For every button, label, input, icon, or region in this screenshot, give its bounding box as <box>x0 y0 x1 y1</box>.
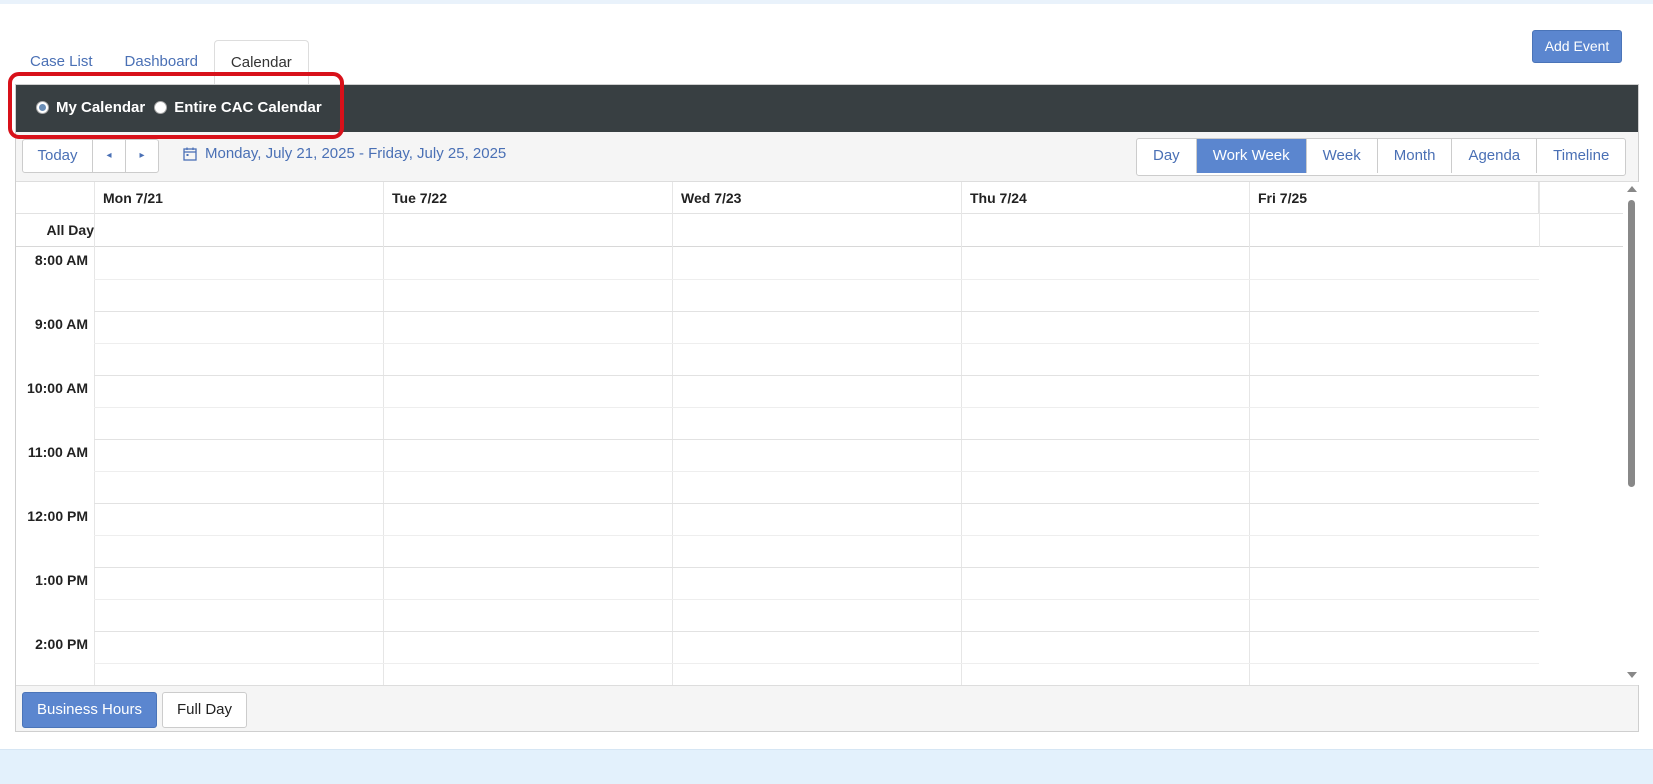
calendar-widget: My Calendar Entire CAC Calendar Today ◂ … <box>15 84 1640 732</box>
view-timeline-button[interactable]: Timeline <box>1536 139 1625 173</box>
day-header: Mon 7/21 <box>94 182 384 214</box>
all-day-label: All Day <box>46 222 94 238</box>
hour-line <box>94 439 1539 440</box>
time-label: 10:00 AM <box>27 380 88 396</box>
half-hour-line <box>94 279 1539 280</box>
calendar-footer: Business Hours Full Day <box>16 685 1638 731</box>
page-footer-band <box>0 749 1653 784</box>
column-divider <box>1249 182 1250 685</box>
date-range-text[interactable]: Monday, July 21, 2025 - Friday, July 25,… <box>205 145 506 162</box>
hour-line <box>94 631 1539 632</box>
my-calendar-radio[interactable] <box>36 101 49 114</box>
day-header: Thu 7/24 <box>961 182 1250 214</box>
tab-bar: Case List Dashboard Calendar <box>14 40 309 84</box>
hour-line <box>94 503 1539 504</box>
time-label: 2:00 PM <box>35 636 88 652</box>
half-hour-line <box>94 343 1539 344</box>
day-header: Tue 7/22 <box>383 182 673 214</box>
calendar-grid[interactable]: Mon 7/21 Tue 7/22 Wed 7/23 Thu 7/24 Fri … <box>16 182 1623 685</box>
calendar-filter-bar: My Calendar Entire CAC Calendar <box>16 85 1638 132</box>
column-divider <box>672 182 673 685</box>
full-day-button[interactable]: Full Day <box>162 692 247 728</box>
prev-button[interactable]: ◂ <box>92 139 126 173</box>
day-header: Fri 7/25 <box>1249 182 1539 214</box>
grid-scrollbar[interactable] <box>1623 182 1640 685</box>
view-day-button[interactable]: Day <box>1137 139 1196 173</box>
all-day-row[interactable]: All Day <box>16 214 1623 247</box>
my-calendar-label[interactable]: My Calendar <box>56 99 145 116</box>
column-divider <box>94 182 95 685</box>
day-header: Wed 7/23 <box>672 182 962 214</box>
next-button[interactable]: ▸ <box>125 139 159 173</box>
time-label: 9:00 AM <box>34 316 88 332</box>
half-hour-line <box>94 471 1539 472</box>
column-divider <box>383 182 384 685</box>
tab-case-list[interactable]: Case List <box>14 40 109 84</box>
hour-line <box>94 375 1539 376</box>
view-switcher: Day Work Week Week Month Agenda Timeline <box>1136 138 1627 176</box>
half-hour-line <box>94 535 1539 536</box>
time-label: 12:00 PM <box>27 508 88 524</box>
view-week-button[interactable]: Week <box>1305 139 1377 173</box>
time-label: 8:00 AM <box>34 252 88 268</box>
calendar-toolbar: Today ◂ ▸ Monday, July 21, 2025 - Friday… <box>16 132 1638 182</box>
view-agenda-button[interactable]: Agenda <box>1451 139 1536 173</box>
view-month-button[interactable]: Month <box>1376 139 1452 173</box>
calendar-icon <box>183 147 197 161</box>
column-divider <box>961 182 962 685</box>
add-event-button[interactable]: Add Event <box>1532 30 1622 63</box>
half-hour-line <box>94 407 1539 408</box>
scroll-down-arrow[interactable] <box>1627 672 1637 678</box>
half-hour-line <box>94 663 1539 664</box>
column-divider <box>1539 182 1540 247</box>
business-hours-button[interactable]: Business Hours <box>22 692 157 728</box>
entire-cac-calendar-label[interactable]: Entire CAC Calendar <box>174 99 322 116</box>
time-label: 1:00 PM <box>35 572 88 588</box>
scroll-up-arrow[interactable] <box>1627 186 1637 192</box>
hour-line <box>94 311 1539 312</box>
calendar-filter-radios: My Calendar Entire CAC Calendar <box>36 99 331 116</box>
entire-cac-calendar-radio[interactable] <box>154 101 168 114</box>
tab-calendar[interactable]: Calendar <box>213 40 309 84</box>
today-button[interactable]: Today <box>22 139 93 173</box>
half-hour-line <box>94 599 1539 600</box>
view-work-week-button[interactable]: Work Week <box>1195 139 1306 173</box>
tab-dashboard[interactable]: Dashboard <box>109 40 214 84</box>
day-header-row: Mon 7/21 Tue 7/22 Wed 7/23 Thu 7/24 Fri … <box>16 182 1623 214</box>
time-label: 11:00 AM <box>27 444 88 460</box>
date-range-picker[interactable]: Monday, July 21, 2025 - Friday, July 25,… <box>183 145 506 162</box>
top-strip <box>0 0 1653 4</box>
scroll-thumb[interactable] <box>1628 200 1635 487</box>
hour-line <box>94 567 1539 568</box>
